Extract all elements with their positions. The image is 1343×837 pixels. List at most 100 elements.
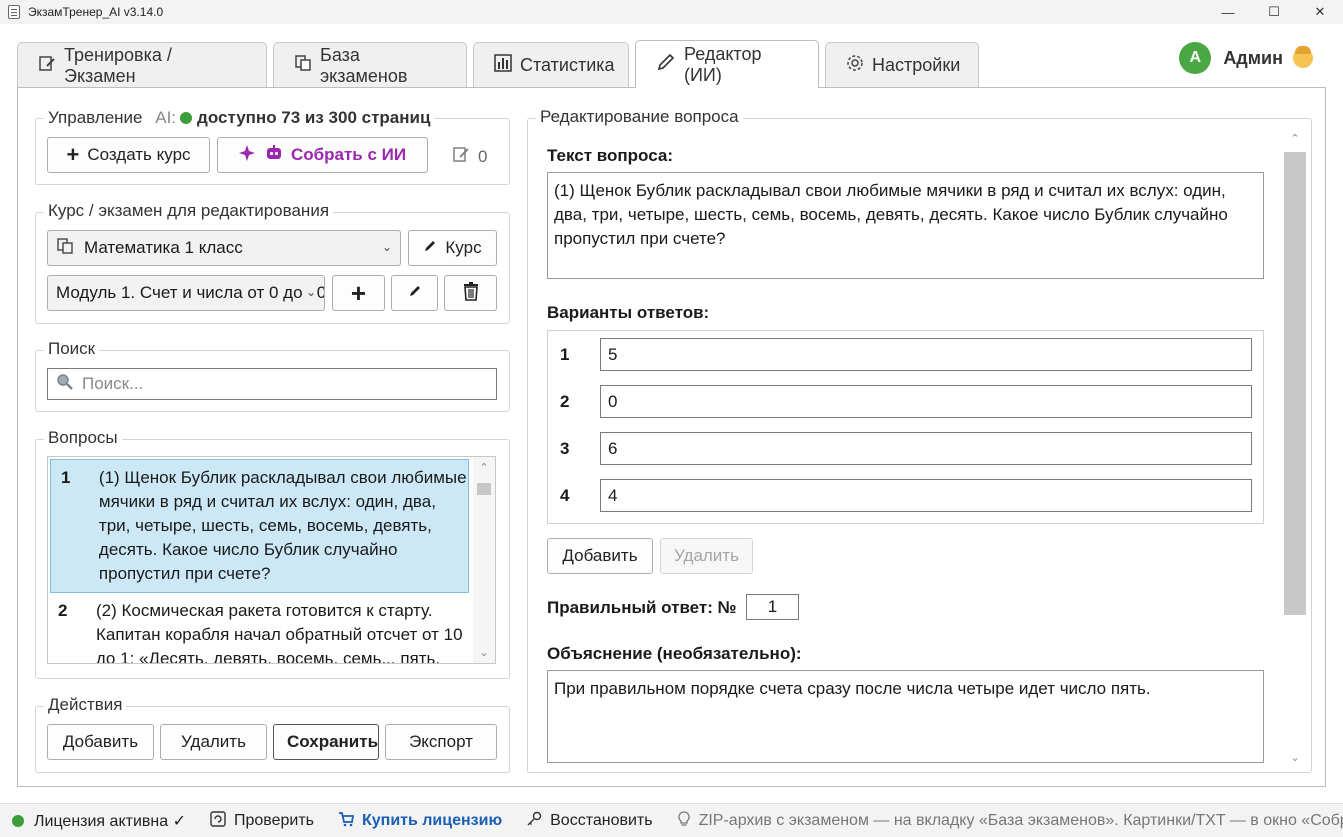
tab-label: База экзаменов [320, 44, 408, 86]
delete-question-button[interactable]: Удалить [160, 724, 267, 760]
user-badge[interactable]: A Админ [1179, 42, 1313, 74]
robot-icon [265, 144, 283, 167]
course-group-title: Курс / экзамен для редактирования [44, 201, 334, 221]
tab-exam-base[interactable]: База экзаменов [273, 42, 467, 88]
app-icon [8, 5, 20, 19]
create-course-button[interactable]: + Создать курс [47, 137, 210, 173]
correct-answer-input[interactable]: 1 [746, 594, 799, 620]
draft-indicator[interactable]: 0 [452, 145, 487, 168]
buy-license-link[interactable]: Купить лицензию [326, 804, 514, 837]
control-group-title: Управление AI: доступно 73 из 300 страниц [44, 108, 435, 128]
answers-label: Варианты ответов: [547, 303, 710, 322]
avatar: A [1179, 42, 1212, 74]
scrollbar-thumb[interactable] [1284, 152, 1306, 615]
copy-icon [56, 237, 74, 260]
editor-scrollbar[interactable]: ⌃ ⌄ [1284, 128, 1306, 768]
scrollbar-thumb[interactable] [477, 483, 491, 495]
correct-answer-label: Правильный ответ: № [547, 598, 737, 617]
add-module-button[interactable]: + [332, 275, 385, 311]
question-list-item[interactable]: 2 (2) Космическая ракета готовится к ста… [48, 593, 469, 664]
tab-settings[interactable]: Настройки [825, 42, 979, 88]
tab-label: Настройки [872, 55, 961, 75]
tab-label: Редактор (ИИ) [684, 43, 762, 85]
add-question-button[interactable]: Добавить [47, 724, 154, 760]
answer-number: 1 [560, 345, 570, 364]
module-select[interactable]: Модуль 1. Счет и числа от 0 до 10 ⌄ [47, 275, 325, 311]
scroll-up-icon[interactable]: ⌃ [1284, 132, 1306, 145]
question-number: 1 [61, 468, 71, 487]
actions-group-title: Действия [44, 695, 127, 715]
question-text: (2) Космическая ракета готовится к старт… [96, 601, 463, 664]
key-icon [526, 811, 542, 831]
draft-count: 0 [478, 146, 488, 166]
pen-icon [423, 238, 437, 258]
scroll-down-icon[interactable]: ⌄ [1284, 751, 1306, 764]
answer-input[interactable]: 4 [600, 479, 1252, 512]
plus-icon: + [350, 277, 367, 308]
pen-icon [408, 283, 422, 303]
scroll-up-icon[interactable]: ⌃ [473, 461, 495, 474]
answer-input[interactable]: 5 [600, 338, 1252, 371]
tab-label: Статистика [520, 55, 615, 75]
restore-button[interactable]: Восстановить [514, 804, 664, 837]
search-group-title: Поиск [44, 339, 100, 359]
hint-text: ZIP-архив с экзаменом — на вкладку «База… [665, 804, 1343, 837]
gear-icon [846, 54, 864, 77]
close-button[interactable]: ✕ [1297, 0, 1343, 24]
answer-number: 3 [560, 439, 570, 458]
tab-statistics[interactable]: Статистика [473, 42, 629, 88]
answer-input[interactable]: 0 [600, 385, 1252, 418]
check-license-button[interactable]: Проверить [198, 804, 326, 837]
answer-number: 4 [560, 486, 570, 505]
minimize-button[interactable]: — [1205, 0, 1251, 24]
cart-icon [338, 811, 355, 831]
course-select[interactable]: Математика 1 класс ⌄ [47, 230, 401, 266]
pencil-icon [656, 52, 676, 77]
window-title: ЭкзамТренер_AI v3.14.0 [28, 5, 164, 19]
edit-course-button[interactable]: Курс [408, 230, 497, 266]
question-list-item-selected[interactable]: 1 (1) Щенок Бублик раскладывал свои люби… [50, 459, 469, 593]
scroll-down-icon[interactable]: ⌄ [473, 646, 495, 659]
explanation-text-area[interactable]: При правильном порядке счета сразу после… [547, 670, 1264, 763]
refresh-icon [210, 810, 226, 831]
ai-status-dot-icon [180, 112, 193, 124]
search-icon [56, 373, 74, 396]
window-controls: — ☐ ✕ [1205, 0, 1343, 24]
copy-icon [294, 54, 312, 77]
answer-input[interactable]: 6 [600, 432, 1252, 465]
maximize-button[interactable]: ☐ [1251, 0, 1297, 24]
answer-number: 2 [560, 392, 570, 411]
question-number: 2 [58, 601, 68, 620]
user-emoji-icon [1293, 46, 1313, 68]
save-button[interactable]: Сохранить [273, 724, 379, 760]
plus-icon: + [66, 142, 80, 167]
lightbulb-icon [677, 810, 691, 831]
question-list-scrollbar[interactable]: ⌃ ⌄ [473, 457, 495, 663]
edit-note-icon [38, 54, 56, 77]
question-list[interactable]: 1 (1) Щенок Бублик раскладывал свои люби… [47, 456, 496, 664]
tab-label: Тренировка / Экзамен [64, 44, 172, 86]
explanation-label: Объяснение (необязательно): [547, 644, 802, 663]
chevron-down-icon: ⌄ [377, 240, 392, 254]
ai-status: доступно 73 из 300 страниц [197, 108, 431, 127]
license-status-dot-icon [12, 814, 24, 827]
build-ai-button[interactable]: Собрать с ИИ [217, 137, 428, 173]
edit-module-button[interactable] [391, 275, 438, 311]
search-input[interactable]: Поиск... [47, 368, 497, 400]
add-answer-button[interactable]: Добавить [547, 538, 653, 574]
question-text-area[interactable]: (1) Щенок Бублик раскладывал свои любимы… [547, 172, 1264, 279]
title-bar: ЭкзамТренер_AI v3.14.0 — ☐ ✕ [0, 0, 1343, 24]
ai-label: AI: [155, 108, 177, 127]
tab-strip: Тренировка / Экзамен База экзаменов Стат… [17, 40, 985, 89]
export-button[interactable]: Экспорт [385, 724, 497, 760]
trash-icon [461, 281, 481, 306]
question-text: (1) Щенок Бублик раскладывал свои любимы… [98, 468, 467, 583]
delete-module-button[interactable] [444, 275, 497, 311]
sparkle-icon [238, 144, 257, 167]
bar-chart-icon [494, 54, 512, 77]
tab-editor-ai[interactable]: Редактор (ИИ) [635, 40, 819, 89]
answers-box: 1 5 2 0 3 6 4 4 [547, 330, 1264, 524]
question-editor-title: Редактирование вопроса [536, 107, 743, 127]
delete-answer-button[interactable]: Удалить [660, 538, 753, 574]
tab-training[interactable]: Тренировка / Экзамен [17, 42, 267, 88]
